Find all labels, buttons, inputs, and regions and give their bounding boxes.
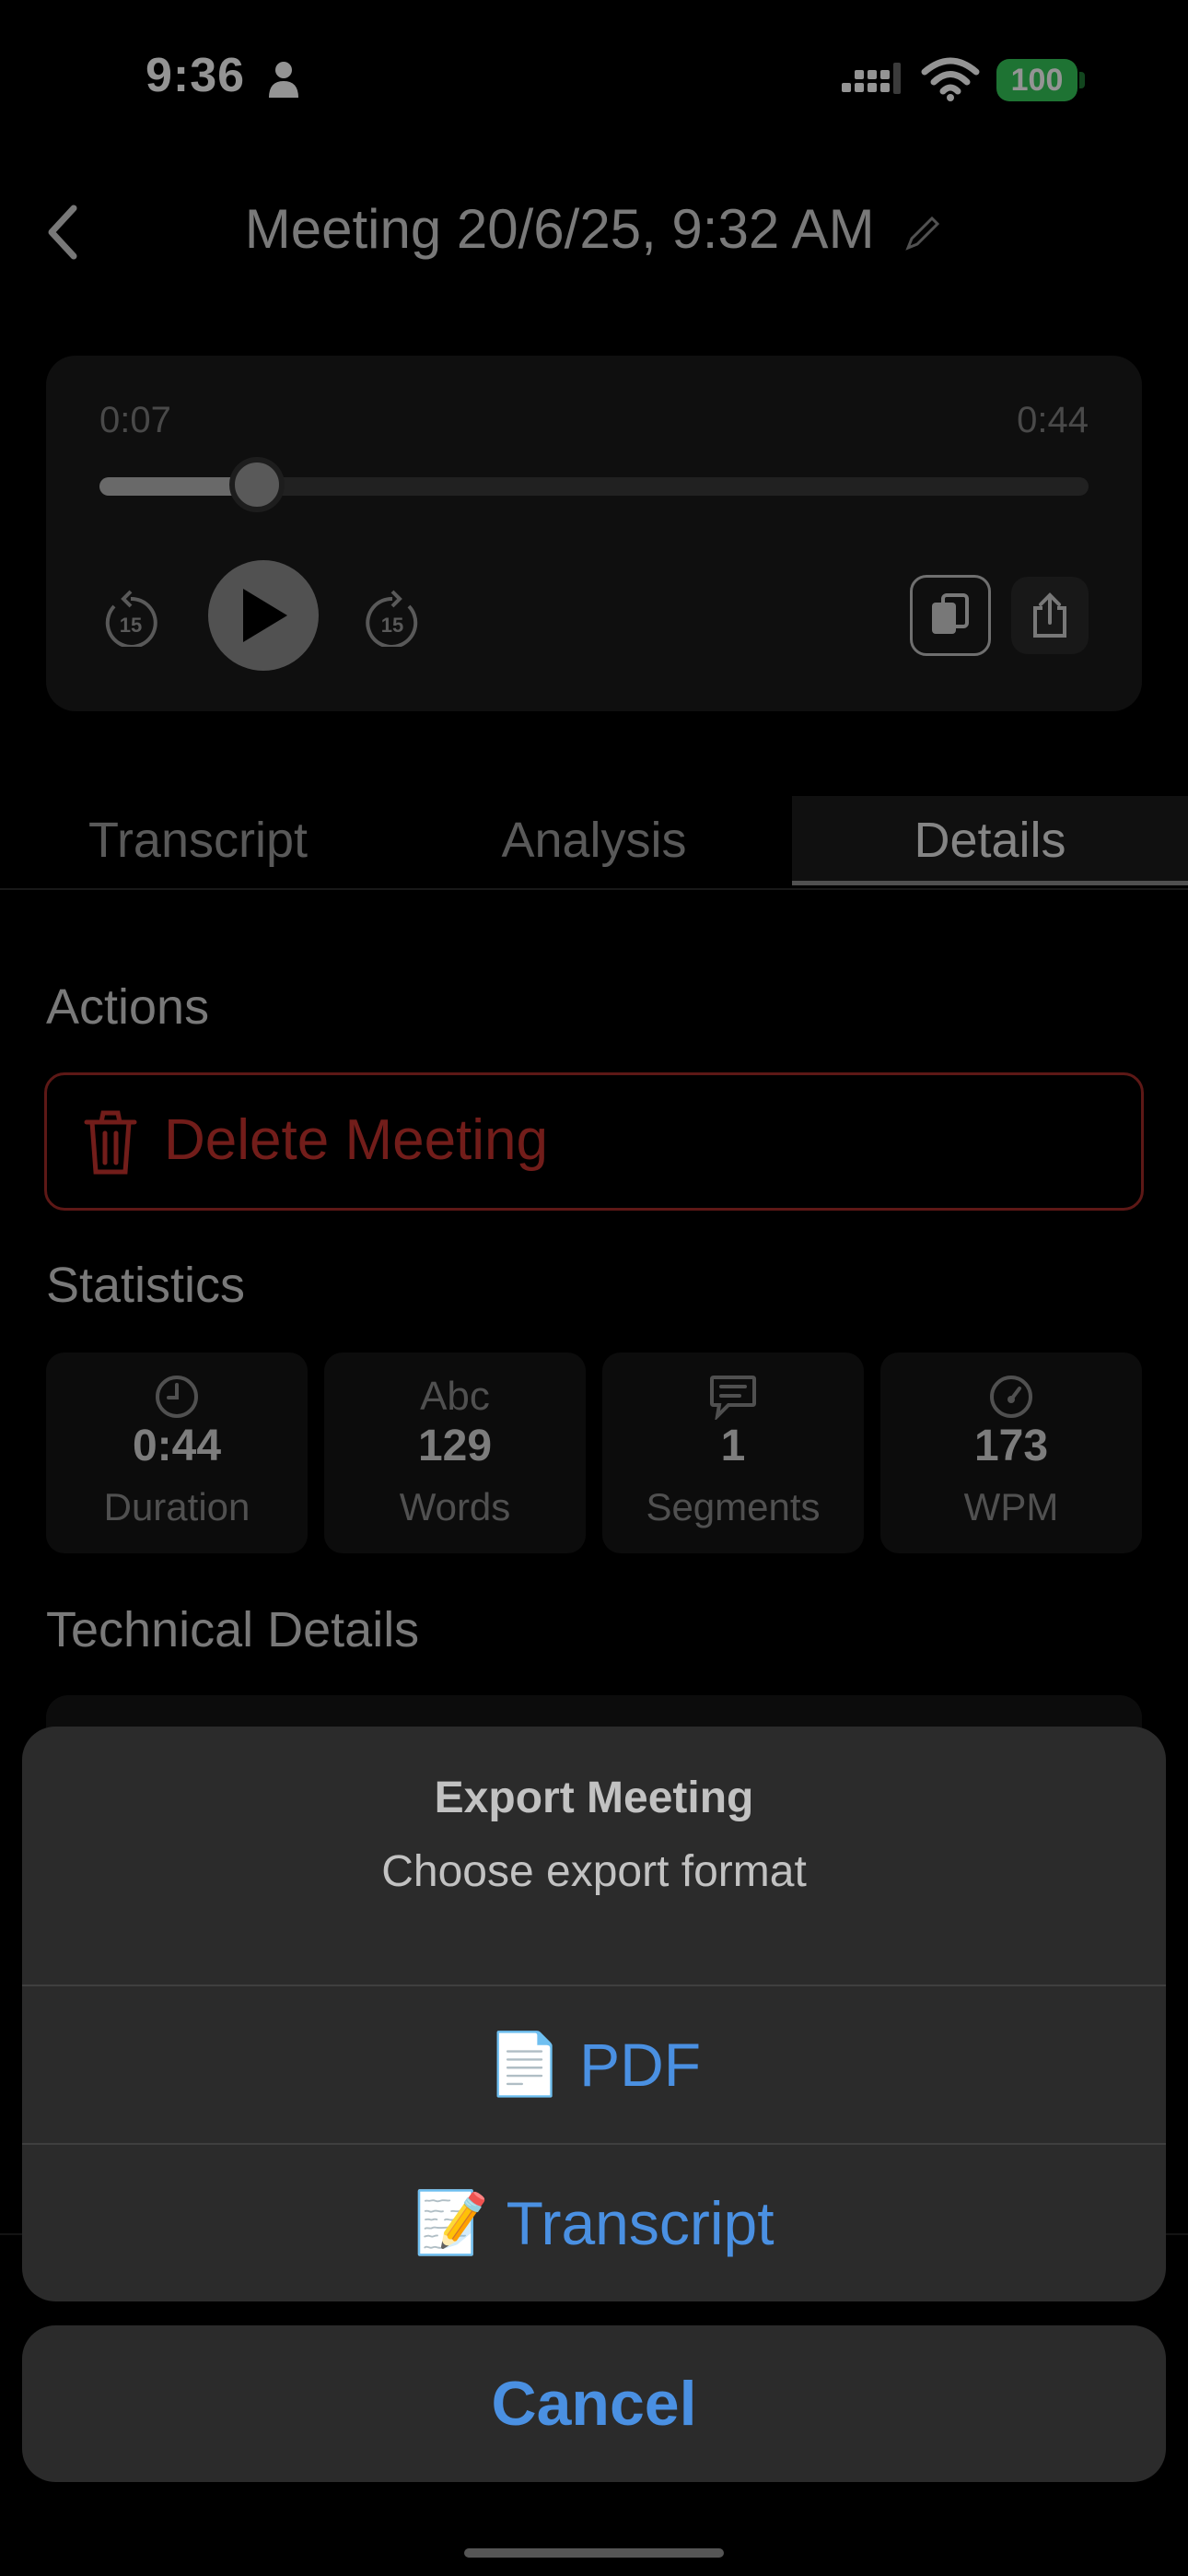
sheet-title: Export Meeting (434, 1774, 754, 1822)
home-indicator (464, 2548, 724, 2558)
document-icon: 📄 (486, 2030, 564, 2098)
memo-icon: 📝 (413, 2188, 490, 2256)
export-pdf-option[interactable]: 📄 PDF (22, 1986, 1166, 2143)
option-label: Transcript (506, 2189, 775, 2257)
sheet-message: Choose export format (381, 1847, 807, 1896)
cancel-button[interactable]: Cancel (22, 2325, 1166, 2482)
export-transcript-option[interactable]: 📝 Transcript (22, 2145, 1166, 2301)
option-label: PDF (579, 2031, 702, 2099)
